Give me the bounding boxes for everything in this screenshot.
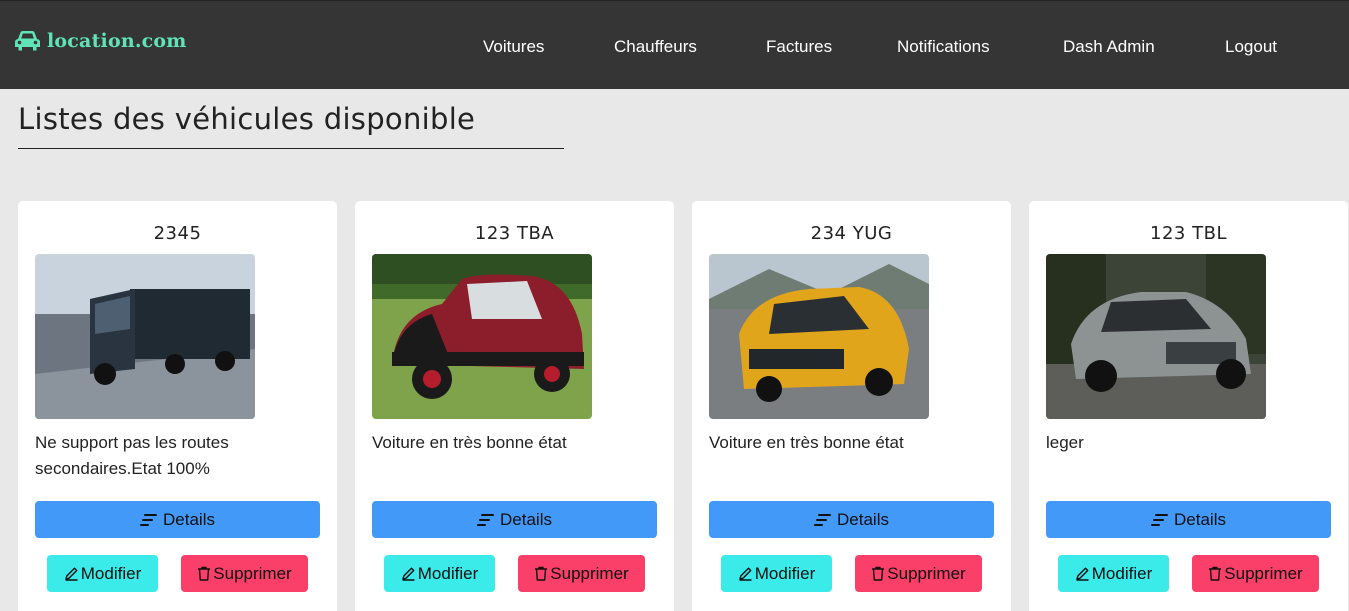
vehicle-code: 234 YUG bbox=[810, 223, 893, 244]
nav-link-factures[interactable]: Factures bbox=[766, 37, 832, 57]
edit-button[interactable]: Modifier bbox=[47, 555, 158, 592]
delete-button[interactable]: Supprimer bbox=[1192, 555, 1319, 592]
edit-button[interactable]: Modifier bbox=[721, 555, 832, 592]
details-button[interactable]: Details bbox=[35, 501, 320, 538]
nav-link-dash-admin[interactable]: Dash Admin bbox=[1063, 37, 1155, 57]
vehicle-code: 123 TBA bbox=[474, 223, 555, 244]
trash-icon bbox=[197, 566, 211, 581]
top-navbar: location.com Voitures Chauffeurs Facture… bbox=[0, 0, 1349, 89]
edit-label: Modifier bbox=[417, 563, 479, 583]
delete-button[interactable]: Supprimer bbox=[181, 555, 308, 592]
delete-label: Supprimer bbox=[1224, 563, 1303, 583]
sort-lines-icon bbox=[814, 513, 832, 527]
nav-link-chauffeurs[interactable]: Chauffeurs bbox=[614, 37, 697, 57]
vehicle-description: Ne support pas les routes secondaires.Et… bbox=[35, 433, 229, 478]
details-label: Details bbox=[500, 509, 552, 529]
vehicle-card: 234 YUG Voiture en très bonne état Detai… bbox=[692, 201, 1011, 611]
details-button[interactable]: Details bbox=[709, 501, 994, 538]
edit-label: Modifier bbox=[80, 563, 142, 583]
nav-link-voitures[interactable]: Voitures bbox=[483, 37, 544, 57]
edit-button[interactable]: Modifier bbox=[1058, 555, 1169, 592]
vehicle-code: 2345 bbox=[153, 223, 202, 244]
vehicle-card: 123 TBL leger Details Modifier Supprimer bbox=[1029, 201, 1348, 611]
sort-lines-icon bbox=[1151, 513, 1169, 527]
delete-label: Supprimer bbox=[887, 563, 966, 583]
trash-icon bbox=[871, 566, 885, 581]
details-button[interactable]: Details bbox=[1046, 501, 1331, 538]
delete-button[interactable]: Supprimer bbox=[518, 555, 645, 592]
vehicle-description: leger bbox=[1046, 433, 1084, 452]
title-divider bbox=[18, 148, 564, 149]
vehicle-description: Voiture en très bonne état bbox=[709, 433, 904, 452]
trash-icon bbox=[534, 566, 548, 581]
vehicle-code: 123 TBL bbox=[1150, 223, 1227, 244]
nav-link-notifications[interactable]: Notifications bbox=[897, 37, 990, 57]
vehicle-card: 2345 Ne support pas les routes secondair… bbox=[18, 201, 337, 611]
truck-photo bbox=[35, 254, 255, 419]
edit-button[interactable]: Modifier bbox=[384, 555, 495, 592]
brand-name: location.com bbox=[47, 30, 187, 52]
nav-link-logout[interactable]: Logout bbox=[1225, 37, 1277, 57]
details-label: Details bbox=[1174, 509, 1226, 529]
delete-label: Supprimer bbox=[550, 563, 629, 583]
car-icon bbox=[14, 30, 41, 52]
vehicle-card: 123 TBA Voiture en très bonne état Detai… bbox=[355, 201, 674, 611]
delete-label: Supprimer bbox=[213, 563, 292, 583]
pencil-icon bbox=[64, 566, 79, 581]
page-title: Listes des véhicules disponible bbox=[18, 102, 476, 136]
brand-logo[interactable]: location.com bbox=[14, 30, 187, 52]
details-label: Details bbox=[837, 509, 889, 529]
delete-button[interactable]: Supprimer bbox=[855, 555, 982, 592]
edit-label: Modifier bbox=[754, 563, 816, 583]
yellow-hatchback-photo bbox=[709, 254, 929, 419]
classic-car-photo bbox=[372, 254, 592, 419]
grey-suv-photo bbox=[1046, 254, 1266, 419]
details-label: Details bbox=[163, 509, 215, 529]
sort-lines-icon bbox=[477, 513, 495, 527]
pencil-icon bbox=[738, 566, 753, 581]
trash-icon bbox=[1208, 566, 1222, 581]
pencil-icon bbox=[401, 566, 416, 581]
details-button[interactable]: Details bbox=[372, 501, 657, 538]
sort-lines-icon bbox=[140, 513, 158, 527]
edit-label: Modifier bbox=[1091, 563, 1153, 583]
pencil-icon bbox=[1075, 566, 1090, 581]
vehicle-description: Voiture en très bonne état bbox=[372, 433, 567, 452]
